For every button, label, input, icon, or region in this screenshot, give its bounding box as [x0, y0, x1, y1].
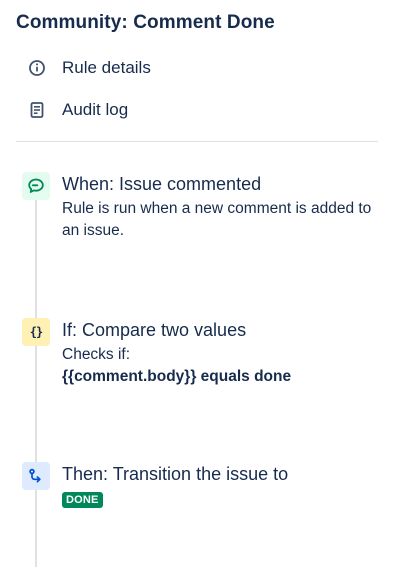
condition-title: If: Compare two values: [62, 320, 247, 340]
transition-icon: [22, 462, 50, 490]
divider: [16, 141, 378, 142]
nav-label: Rule details: [62, 58, 151, 77]
comment-icon: [22, 172, 50, 200]
info-icon: [28, 59, 46, 77]
nav-item-rule-details[interactable]: Rule details: [28, 56, 151, 80]
nav-label: Audit log: [62, 100, 129, 119]
action-body: Then: Transition the issue to DONE: [62, 462, 382, 508]
condition-body: If: Compare two values Checks if: {{comm…: [62, 318, 382, 388]
trigger-body: When: Issue commented Rule is run when a…: [62, 172, 382, 242]
timeline-connector: [35, 182, 37, 567]
condition-description: Checks if:: [62, 346, 131, 363]
rule-panel: Community: Comment Done Rule details Aud…: [0, 0, 407, 567]
braces-glyph: {}: [29, 325, 43, 339]
nav-item-audit-log[interactable]: Audit log: [28, 98, 128, 122]
trigger-description: Rule is run when a new comment is added …: [62, 200, 372, 239]
trigger-title: When: Issue commented: [62, 174, 262, 194]
document-icon: [28, 101, 46, 119]
status-lozenge: DONE: [62, 492, 103, 508]
braces-icon: {}: [22, 318, 50, 346]
condition-expression: {{comment.body}} equals done: [62, 368, 292, 385]
rule-title: Community: Comment Done: [16, 12, 275, 33]
action-title: Then: Transition the issue to: [62, 464, 289, 484]
